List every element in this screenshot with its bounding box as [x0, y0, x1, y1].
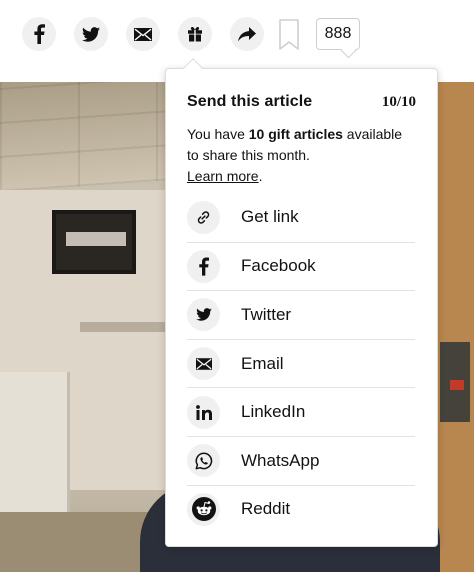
- twitter-share-button[interactable]: [74, 17, 108, 51]
- send-article-popover: Send this article 10/10 You have 10 gift…: [165, 68, 438, 547]
- linkedin-icon: [187, 395, 220, 429]
- email-share-button[interactable]: [126, 17, 160, 51]
- gift-count: 10/10: [381, 94, 416, 110]
- share-options-list: Get link Facebook Twitter Email LinkedIn…: [187, 193, 415, 533]
- share-option-label: WhatsApp: [241, 450, 320, 470]
- reddit-icon: [187, 492, 220, 526]
- gift-description: You have 10 gift articles available to s…: [187, 126, 403, 184]
- share-arrow-icon: [238, 26, 256, 41]
- twitter-icon: [82, 26, 100, 42]
- gift-icon: [188, 26, 202, 42]
- link-icon: [187, 200, 220, 234]
- learn-more-link[interactable]: Learn more: [187, 168, 259, 184]
- twitter-icon: [187, 298, 220, 332]
- popover-title: Send this article: [187, 93, 313, 110]
- mail-icon: [134, 27, 152, 41]
- share-option-get-link[interactable]: Get link: [187, 193, 415, 242]
- gift-article-button[interactable]: [178, 17, 212, 51]
- facebook-icon: [34, 24, 45, 44]
- comments-button[interactable]: 888: [316, 18, 360, 50]
- facebook-icon: [187, 249, 220, 283]
- share-option-twitter[interactable]: Twitter: [187, 290, 415, 339]
- share-option-facebook[interactable]: Facebook: [187, 241, 415, 291]
- more-share-button[interactable]: [230, 17, 264, 51]
- share-option-label: Facebook: [241, 256, 316, 276]
- share-toolbar: 888: [0, 0, 474, 76]
- mail-icon: [187, 347, 220, 381]
- share-option-label: LinkedIn: [241, 402, 306, 422]
- bookmark-icon: [279, 19, 299, 50]
- share-option-linkedin[interactable]: LinkedIn: [187, 387, 415, 436]
- comment-count: 888: [324, 25, 352, 42]
- facebook-share-button[interactable]: [22, 17, 56, 51]
- share-option-label: Email: [241, 353, 284, 373]
- share-option-label: Reddit: [241, 499, 291, 519]
- share-option-label: Twitter: [241, 304, 292, 324]
- share-option-reddit[interactable]: Reddit: [187, 484, 415, 534]
- whatsapp-icon: [187, 444, 220, 478]
- bookmark-button[interactable]: [279, 19, 299, 51]
- share-option-whatsapp[interactable]: WhatsApp: [187, 435, 415, 485]
- share-option-label: Get link: [241, 207, 299, 227]
- share-option-email[interactable]: Email: [187, 338, 415, 388]
